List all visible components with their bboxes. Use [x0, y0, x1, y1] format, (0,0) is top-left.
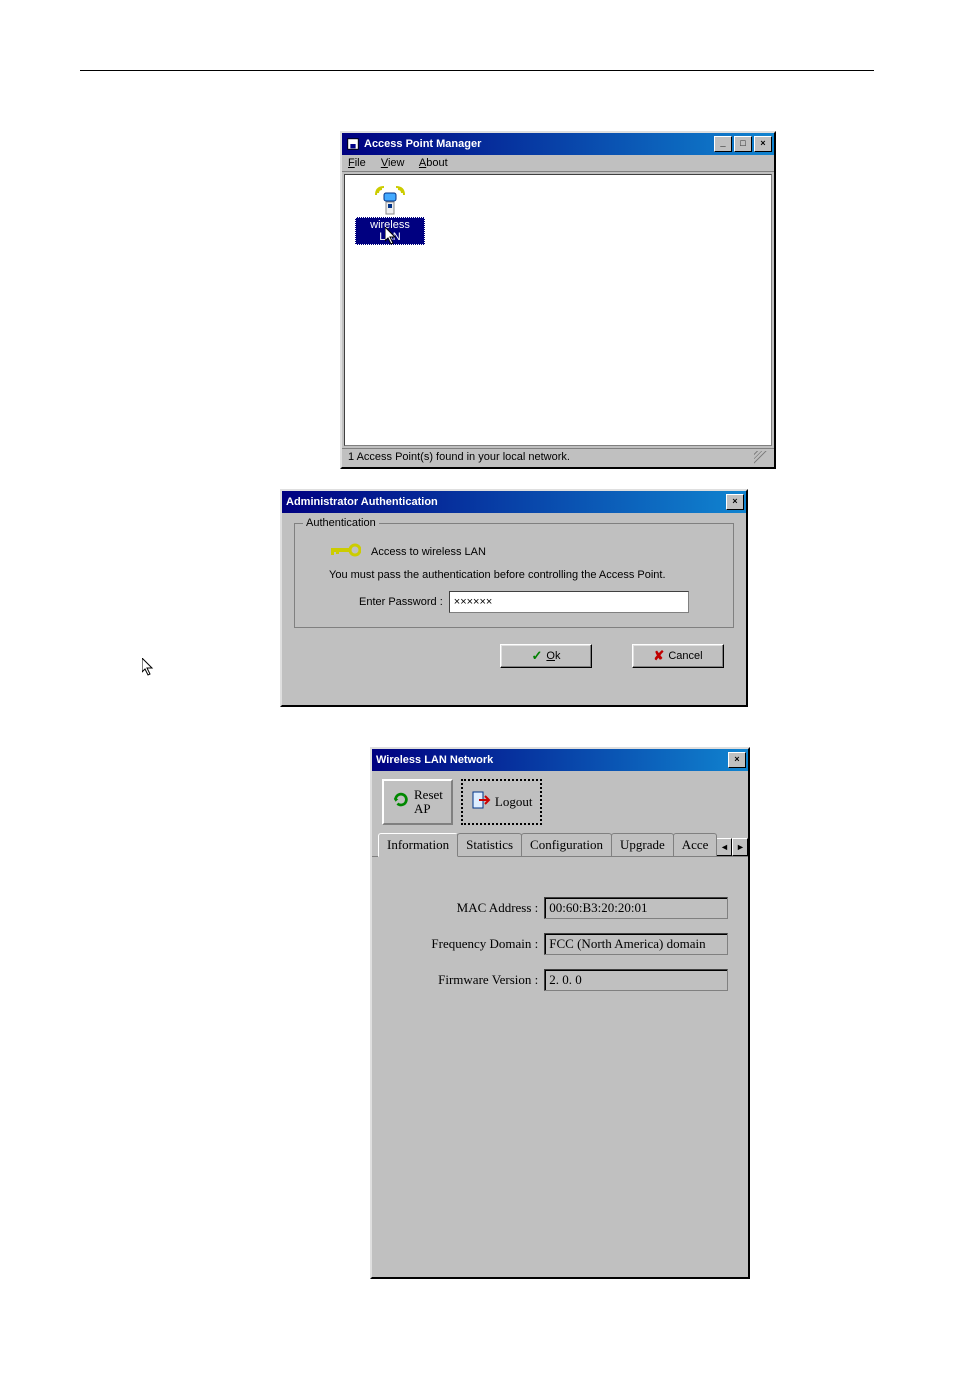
- tab-information[interactable]: Information: [378, 833, 458, 857]
- reset-ap-button[interactable]: ResetAP: [382, 779, 453, 825]
- reset-label: ResetAP: [414, 788, 443, 815]
- status-text: 1 Access Point(s) found in your local ne…: [348, 451, 570, 465]
- tab-panel-information: MAC Address : 00:60:B3:20:20:01 Frequenc…: [372, 857, 748, 1277]
- fw-label: Firmware Version :: [392, 972, 544, 988]
- app-icon: [346, 137, 360, 151]
- cancel-label: Cancel: [668, 650, 702, 662]
- x-icon: ✘: [653, 648, 664, 664]
- ap-icon-item[interactable]: wireless LAN: [355, 185, 425, 245]
- menubar: File View About: [342, 155, 774, 172]
- close-button[interactable]: ×: [726, 494, 744, 510]
- window-title: Access Point Manager: [364, 138, 481, 150]
- groupbox-label: Authentication: [303, 517, 379, 529]
- cancel-button[interactable]: ✘ Cancel: [632, 644, 724, 668]
- tab-upgrade[interactable]: Upgrade: [611, 833, 674, 856]
- page-divider: [80, 70, 874, 71]
- password-label: Enter Password :: [359, 596, 443, 608]
- titlebar[interactable]: Wireless LAN Network ×: [372, 749, 748, 771]
- titlebar[interactable]: Access Point Manager _ □ ×: [342, 133, 774, 155]
- tab-access[interactable]: Acce: [673, 833, 718, 856]
- wireless-ap-icon: [374, 185, 406, 217]
- menu-file[interactable]: File: [348, 157, 366, 169]
- close-button[interactable]: ×: [754, 136, 772, 152]
- logout-icon: [471, 790, 491, 814]
- close-button[interactable]: ×: [728, 752, 746, 768]
- ap-icon-label: wireless LAN: [355, 217, 425, 245]
- auth-groupbox: Authentication Access to wireless LAN: [294, 523, 734, 628]
- cursor-icon: [142, 667, 154, 679]
- mac-value: 00:60:B3:20:20:01: [544, 897, 728, 919]
- refresh-icon: [392, 791, 410, 813]
- key-icon: [329, 542, 361, 561]
- statusbar: 1 Access Point(s) found in your local ne…: [342, 448, 774, 467]
- logout-button[interactable]: Logout: [461, 779, 543, 825]
- maximize-button[interactable]: □: [734, 136, 752, 152]
- tab-scroll-left[interactable]: ◄: [716, 838, 732, 856]
- fw-value: 2. 0. 0: [544, 969, 728, 991]
- resize-grip[interactable]: [754, 451, 768, 465]
- tab-row: Information Statistics Configuration Upg…: [372, 833, 748, 857]
- ok-button[interactable]: ✓ Ok: [500, 644, 592, 668]
- ok-label: Ok: [546, 650, 560, 662]
- titlebar[interactable]: Administrator Authentication ×: [282, 491, 746, 513]
- wireless-lan-network-window: Wireless LAN Network × ResetAP: [370, 747, 750, 1279]
- tab-configuration[interactable]: Configuration: [521, 833, 612, 856]
- access-text: Access to wireless LAN: [371, 546, 486, 558]
- access-point-manager-window: Access Point Manager _ □ × File View Abo…: [340, 131, 776, 469]
- dialog-title: Administrator Authentication: [286, 496, 438, 508]
- minimize-button[interactable]: _: [714, 136, 732, 152]
- mac-label: MAC Address :: [392, 900, 544, 916]
- menu-about[interactable]: About: [419, 157, 448, 169]
- window-title: Wireless LAN Network: [376, 754, 493, 766]
- tab-scroll-right[interactable]: ►: [732, 838, 748, 856]
- logout-label: Logout: [495, 794, 533, 810]
- auth-dialog: Administrator Authentication × Authentic…: [280, 489, 748, 707]
- instruction-text: You must pass the authentication before …: [309, 569, 719, 581]
- toolbar: ResetAP Logout: [372, 771, 748, 833]
- freq-value: FCC (North America) domain: [544, 933, 728, 955]
- check-icon: ✓: [532, 648, 543, 664]
- tab-statistics[interactable]: Statistics: [457, 833, 522, 856]
- menu-view[interactable]: View: [381, 157, 405, 169]
- freq-label: Frequency Domain :: [392, 936, 544, 952]
- content-area[interactable]: wireless LAN: [344, 174, 772, 446]
- password-input[interactable]: [449, 591, 689, 613]
